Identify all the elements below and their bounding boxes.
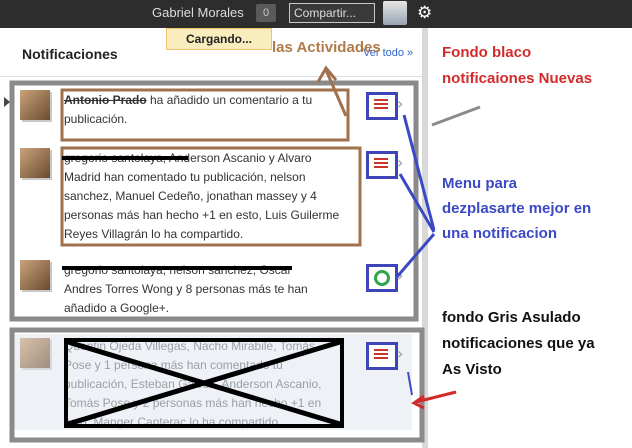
annotation-line: Menu para xyxy=(442,175,518,192)
annotation-line: As Visto xyxy=(442,361,502,378)
annotation-line: una notificacion xyxy=(442,225,558,242)
text-highlight-box xyxy=(60,88,350,142)
annotation-line: notificaiones Nuevas xyxy=(442,70,593,87)
annotation-gray-bg: fondo Gris Asulado notificaciones que ya… xyxy=(442,307,595,381)
item-marker-icon xyxy=(4,97,10,107)
pointer-line xyxy=(402,114,436,231)
annotation-line: notificaciones que ya xyxy=(442,335,595,352)
annotation-line: Fondo blaco xyxy=(442,44,532,61)
new-notifications-outline xyxy=(9,80,419,322)
annotation-white-bg: Fondo blaco notificaiones Nuevas xyxy=(442,42,592,90)
annotation-arrow xyxy=(324,69,348,117)
annotation-menu: Menu para dezplasarte mejor en una notif… xyxy=(442,173,591,245)
pointer-line xyxy=(407,371,413,396)
pointer-line xyxy=(431,105,481,127)
annotation-line: dezplasarte mejor en xyxy=(442,200,592,217)
annotation-line: fondo Gris Asulado xyxy=(442,309,581,326)
annotation-activities: las Actividades xyxy=(272,39,381,56)
text-highlight-box xyxy=(60,146,362,247)
